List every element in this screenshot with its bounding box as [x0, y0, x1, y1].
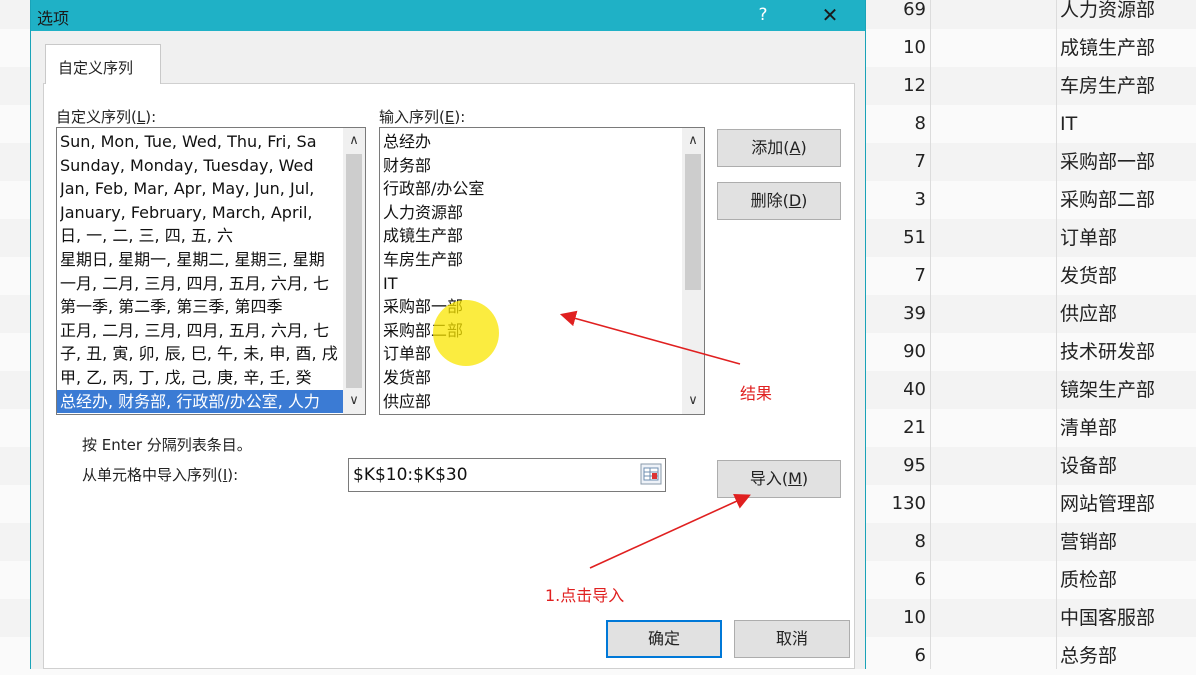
tab-custom-lists[interactable]: 自定义序列	[45, 44, 161, 84]
custom-list-item[interactable]: 甲, 乙, 丙, 丁, 戊, 己, 庚, 辛, 壬, 癸	[60, 366, 342, 390]
cell-count[interactable]: 39	[866, 295, 926, 333]
cell-department[interactable]: 供应部	[1060, 295, 1196, 333]
cell-count[interactable]: 3	[866, 181, 926, 219]
entries-scrollbar[interactable]: ∧ ∨	[682, 128, 704, 414]
custom-lists-panel: 自定义序列(L): 输入序列(E): Sun, Mon, Tue, Wed, T…	[43, 83, 855, 669]
list-entry: 订单部	[383, 344, 432, 364]
cell-count[interactable]: 95	[866, 447, 926, 485]
custom-list-item[interactable]: 子, 丑, 寅, 卯, 辰, 巳, 午, 未, 申, 酉, 戌	[60, 342, 342, 366]
ok-button[interactable]: 确定	[606, 620, 722, 658]
cell-department[interactable]: 营销部	[1060, 523, 1196, 561]
scrollbar-thumb[interactable]	[346, 154, 362, 388]
cell-department[interactable]: 订单部	[1060, 219, 1196, 257]
cell-department[interactable]: 人力资源部	[1060, 0, 1196, 29]
custom-list-item[interactable]: 一月, 二月, 三月, 四月, 五月, 六月, 七	[60, 272, 342, 296]
custom-list-item[interactable]: Sun, Mon, Tue, Wed, Thu, Fri, Sa	[60, 130, 342, 154]
custom-list-item[interactable]: 正月, 二月, 三月, 四月, 五月, 六月, 七	[60, 319, 342, 343]
cell-department[interactable]: 成镜生产部	[1060, 29, 1196, 67]
custom-list-item[interactable]: 总经办, 财务部, 行政部/办公室, 人力	[57, 389, 345, 414]
list-entry: 采购部二部	[383, 320, 464, 340]
cursor-highlight	[433, 300, 499, 366]
custom-lists-scrollbar[interactable]: ∧ ∨	[343, 128, 365, 414]
import-range-input[interactable]: $K$10:$K$30	[348, 458, 666, 492]
cell-count[interactable]: 69	[866, 0, 926, 29]
separator-hint: 按 Enter 分隔列表条目。	[82, 436, 252, 454]
list-entry: 供应部	[383, 391, 432, 411]
help-button[interactable]: ?	[751, 2, 775, 28]
cell-department[interactable]: 质检部	[1060, 561, 1196, 599]
entries-label: 输入序列(E):	[379, 108, 466, 126]
scrollbar-thumb[interactable]	[685, 154, 701, 290]
dialog-title: 选项	[37, 9, 70, 28]
cell-department[interactable]: 清单部	[1060, 409, 1196, 447]
list-entry: 总经办	[383, 132, 432, 151]
custom-list-item[interactable]: 日, 一, 二, 三, 四, 五, 六	[60, 224, 342, 248]
custom-lists-label: 自定义序列(L):	[56, 108, 157, 126]
cell-count[interactable]: 90	[866, 333, 926, 371]
cell-count[interactable]: 8	[866, 105, 926, 143]
cell-count[interactable]: 7	[866, 257, 926, 295]
scroll-down-icon[interactable]: ∨	[343, 390, 365, 412]
cell-count[interactable]: 6	[866, 637, 926, 675]
cell-department[interactable]: 采购部一部	[1060, 143, 1196, 181]
cell-department[interactable]: 发货部	[1060, 257, 1196, 295]
scroll-up-icon[interactable]: ∧	[343, 130, 365, 152]
list-entry: 财务部	[383, 155, 432, 175]
dialog-titlebar[interactable]: 选项 ? ✕	[31, 0, 865, 31]
import-button[interactable]: 导入(M)	[717, 460, 841, 498]
list-entry: 成镜生产部	[383, 226, 464, 246]
cell-count[interactable]: 130	[866, 485, 926, 523]
cell-count[interactable]: 51	[866, 219, 926, 257]
import-label: 从单元格中导入序列(I):	[82, 466, 239, 484]
cell-department[interactable]: 车房生产部	[1060, 67, 1196, 105]
custom-list-item[interactable]: Jan, Feb, Mar, Apr, May, Jun, Jul,	[60, 177, 342, 201]
list-entry: 行政部/办公室	[383, 179, 485, 199]
cell-department[interactable]: 镜架生产部	[1060, 371, 1196, 409]
list-entry: 发货部	[383, 368, 432, 387]
annotation-result: 结果	[740, 384, 773, 403]
cancel-button[interactable]: 取消	[734, 620, 850, 658]
list-entry: 车房生产部	[383, 250, 464, 269]
list-entries-textarea[interactable]: 总经办财务部行政部/办公室 人力资源部成镜生产部车房生产部 IT 采购部一部采购部二部…	[379, 127, 705, 415]
custom-list-item[interactable]: 第一季, 第二季, 第三季, 第四季	[60, 295, 342, 319]
cell-count[interactable]: 12	[866, 67, 926, 105]
list-entry: 人力资源部	[383, 202, 464, 222]
column-divider	[930, 0, 931, 669]
scroll-up-icon[interactable]: ∧	[682, 130, 704, 152]
cell-department[interactable]: 采购部二部	[1060, 181, 1196, 219]
import-range-value: $K$10:$K$30	[353, 465, 468, 485]
custom-list-item[interactable]: 星期日, 星期一, 星期二, 星期三, 星期	[60, 248, 342, 272]
tab-label: 自定义序列	[58, 59, 134, 77]
add-button[interactable]: 添加(A)	[717, 129, 841, 167]
cell-department[interactable]: 中国客服部	[1060, 599, 1196, 637]
cell-count[interactable]: 6	[866, 561, 926, 599]
cell-department[interactable]: 设备部	[1060, 447, 1196, 485]
cell-count[interactable]: 10	[866, 29, 926, 67]
cell-count[interactable]: 40	[866, 371, 926, 409]
close-button[interactable]: ✕	[817, 2, 843, 28]
list-entry: IT	[383, 273, 398, 293]
cell-department[interactable]: 总务部	[1060, 637, 1196, 675]
options-dialog: 选项 ? ✕ 自定义序列 自定义序列(L): 输入序列(E): Sun, Mon…	[30, 0, 866, 669]
cell-department[interactable]: 技术研发部	[1060, 333, 1196, 371]
cell-count[interactable]: 10	[866, 599, 926, 637]
delete-button[interactable]: 删除(D)	[717, 182, 841, 220]
scroll-down-icon[interactable]: ∨	[682, 390, 704, 412]
cell-count[interactable]: 21	[866, 409, 926, 447]
annotation-step1: 1.点击导入	[545, 586, 625, 605]
range-selector-icon[interactable]	[640, 463, 662, 485]
cell-count[interactable]: 8	[866, 523, 926, 561]
custom-list-item[interactable]: Sunday, Monday, Tuesday, Wed	[60, 154, 342, 178]
cell-department[interactable]: 网站管理部	[1060, 485, 1196, 523]
column-divider	[1056, 0, 1057, 669]
cell-count[interactable]: 7	[866, 143, 926, 181]
list-entry: 采购部一部	[383, 297, 464, 317]
custom-list-item[interactable]: January, February, March, April,	[60, 201, 342, 225]
cell-department[interactable]: IT	[1060, 105, 1196, 143]
custom-lists-listbox[interactable]: Sun, Mon, Tue, Wed, Thu, Fri, Sa Sunday, …	[56, 127, 366, 415]
